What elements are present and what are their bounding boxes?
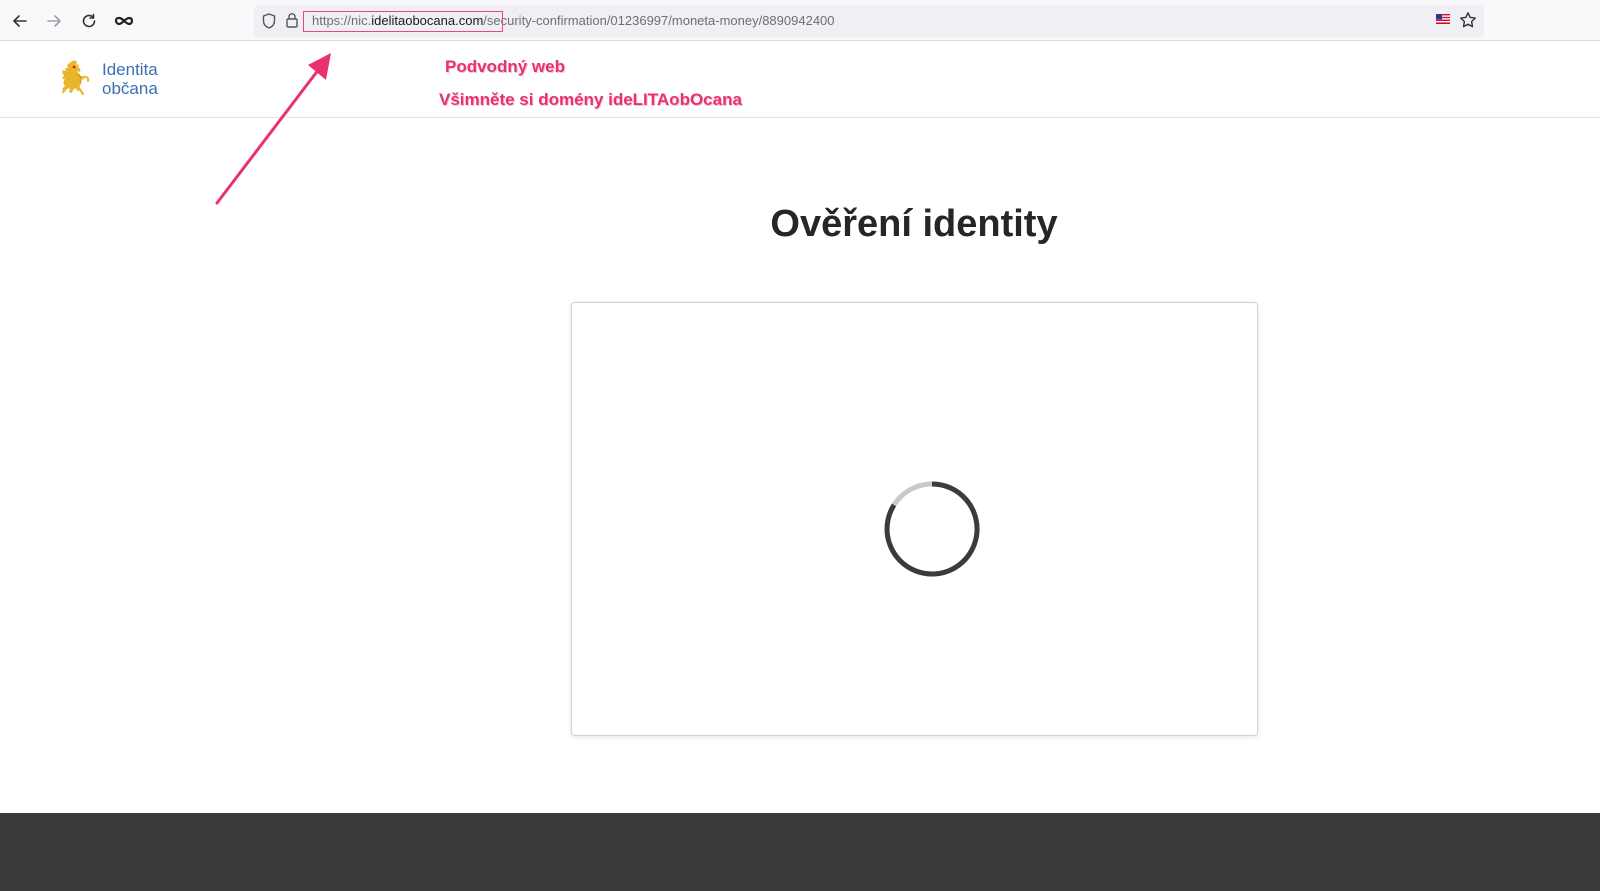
back-icon[interactable] — [9, 10, 31, 32]
domain-highlight-box — [303, 11, 503, 32]
site-footer — [0, 813, 1600, 891]
url-path: /security-confirmation/01236997/moneta-m… — [483, 13, 835, 28]
reload-icon[interactable] — [78, 10, 100, 32]
loading-spinner-icon — [884, 481, 980, 577]
logo-line-2: občana — [102, 79, 158, 98]
lion-logo-icon[interactable] — [57, 59, 91, 104]
site-header: Identita občana — [0, 41, 1600, 118]
extension-infinity-icon[interactable] — [113, 10, 135, 32]
bookmark-star-icon[interactable] — [1459, 11, 1477, 34]
logo-line-1: Identita — [102, 60, 158, 79]
us-flag-icon[interactable] — [1436, 14, 1450, 24]
lock-icon[interactable] — [286, 12, 298, 33]
page-title: Ověření identity — [770, 203, 1058, 245]
logo-text[interactable]: Identita občana — [102, 60, 158, 98]
forward-icon[interactable] — [43, 10, 65, 32]
annotation-fraud-label: Podvodný web — [445, 57, 565, 76]
browser-toolbar: https://nic.idelitaobocana.com/security-… — [0, 0, 1600, 41]
shield-icon[interactable] — [262, 13, 276, 34]
annotation-domain-note: Všimněte si domény ideLITAobOcana — [439, 90, 742, 109]
verification-card — [571, 302, 1258, 736]
